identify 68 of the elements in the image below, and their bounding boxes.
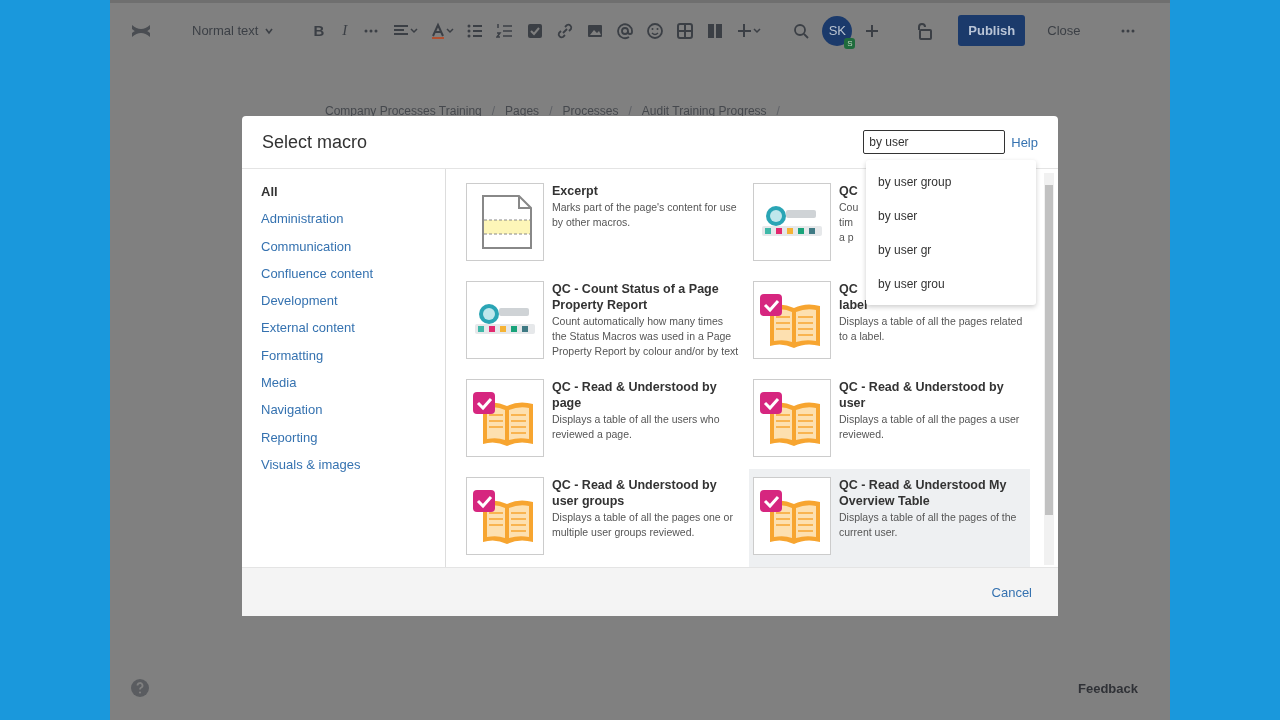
breadcrumb-separator: /	[628, 104, 632, 118]
macro-description: Cou tim a p	[839, 200, 859, 245]
numbered-list-icon[interactable]	[496, 21, 515, 40]
macro-thumbnail[interactable]	[753, 281, 831, 359]
checkbox-icon[interactable]	[526, 21, 545, 40]
macro-title[interactable]: QC - Read & Understood by page	[552, 379, 739, 411]
text-color-icon[interactable]	[430, 21, 455, 40]
link-icon[interactable]	[556, 21, 575, 40]
category-link[interactable]: All	[261, 185, 445, 213]
macro-title[interactable]: QC - Read & Understood My Overview Table	[839, 477, 1026, 509]
suggestion-item[interactable]: by user	[866, 199, 1036, 233]
breadcrumb-separator: /	[776, 104, 780, 118]
category-link[interactable]: Visuals & images	[261, 457, 445, 486]
status-badge: S	[844, 37, 856, 49]
emoji-icon[interactable]	[646, 21, 665, 40]
category-link[interactable]: Development	[261, 294, 445, 322]
category-link[interactable]: Confluence content	[261, 266, 445, 295]
plus-icon[interactable]	[736, 21, 763, 40]
breadcrumb-separator: /	[549, 104, 553, 118]
category-link[interactable]: Navigation	[261, 403, 445, 431]
macro-title[interactable]: QC - Count Status of a Page Property Report	[552, 281, 739, 313]
macro-description: Displays a table of all the pages of the current user.	[839, 510, 1018, 540]
text-style-dropdown[interactable]: Normal text	[192, 23, 275, 38]
category-link[interactable]: Media	[261, 376, 445, 404]
plus-icon[interactable]	[864, 22, 881, 39]
help-icon[interactable]	[130, 678, 150, 698]
macro-thumbnail[interactable]	[466, 183, 544, 261]
macro-thumbnail[interactable]	[466, 379, 544, 457]
macro-thumbnail[interactable]	[466, 281, 544, 359]
macro-description: Displays a table of all the pages related to a label.	[839, 314, 1024, 344]
macro-description: Count automatically how many times the Status Macros was used in a Page Property Report by colour and/or by text	[552, 314, 739, 359]
macro-title[interactable]: QC - Read & Understood by user groups	[552, 477, 739, 509]
macro-description: Displays a table of all the pages a user reviewed.	[839, 412, 1021, 442]
feedback-link[interactable]: Feedback	[1078, 680, 1138, 696]
user-avatar[interactable]: SK S	[822, 15, 853, 46]
publish-button[interactable]: Publish	[958, 15, 1026, 46]
category-link[interactable]: Reporting	[261, 430, 445, 458]
search-field[interactable]: by user	[863, 130, 1006, 154]
macro-title[interactable]: QC label	[839, 281, 868, 313]
columns-icon[interactable]	[706, 21, 725, 40]
macro-description: Displays a table of all the users who reviewed a page.	[552, 412, 721, 442]
italic-button[interactable]: I	[339, 22, 351, 39]
macro-thumbnail[interactable]	[753, 379, 831, 457]
close-button[interactable]: Close	[1037, 15, 1091, 46]
category-link[interactable]: Administration	[261, 212, 445, 240]
category-link[interactable]: Formatting	[261, 348, 445, 377]
suggestion-item[interactable]: by user grou	[866, 267, 1036, 301]
mention-icon[interactable]	[616, 21, 635, 40]
macro-thumbnail[interactable]	[753, 477, 831, 555]
category-link[interactable]: Communication	[261, 239, 445, 267]
suggestion-item[interactable]: by user gr	[866, 233, 1036, 267]
macro-thumbnail[interactable]	[466, 477, 544, 555]
scrollbar-drawing[interactable]	[1044, 173, 1054, 565]
search-icon[interactable]	[792, 21, 811, 40]
macro-title[interactable]: Excerpt	[552, 183, 598, 199]
help-link[interactable]: Help	[1011, 134, 1038, 150]
macro-description: Marks part of the page's content for use by other macros.	[552, 200, 738, 230]
macro-description: Displays a table of all the pages one or multiple user groups reviewed.	[552, 510, 734, 540]
breadcrumb-separator: /	[491, 104, 496, 118]
cancel-button[interactable]: Cancel	[985, 583, 1038, 601]
macro-title[interactable]: QC	[839, 183, 858, 199]
macro-title[interactable]: QC - Read & Understood by user	[839, 379, 1026, 411]
category-link[interactable]: External content	[261, 321, 445, 349]
dialog-title: Select macro	[262, 131, 368, 153]
suggestion-item[interactable]: by user group	[866, 165, 1036, 199]
macro-thumbnail[interactable]	[753, 183, 831, 261]
bold-button[interactable]: B	[310, 22, 328, 39]
table-icon[interactable]	[676, 21, 695, 40]
